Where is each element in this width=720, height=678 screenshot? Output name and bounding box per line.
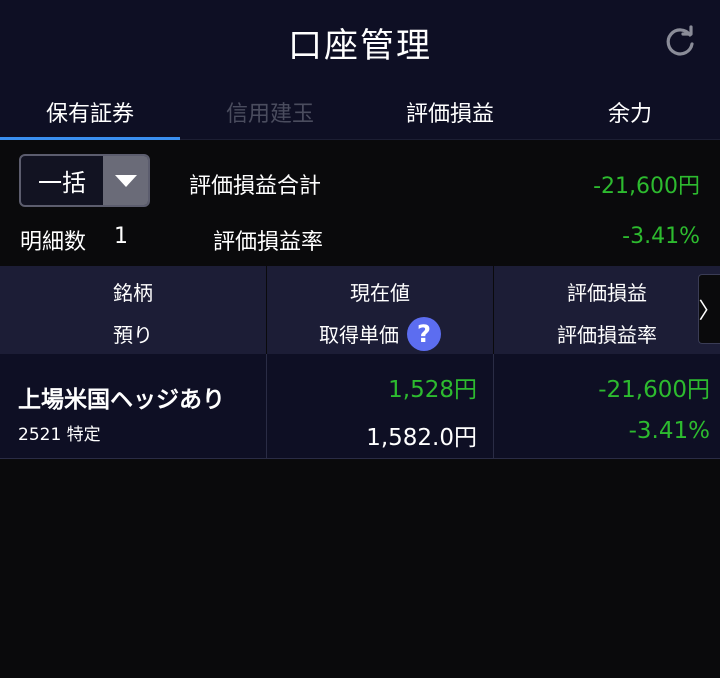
page-title: 口座管理 [288,25,432,66]
profit-loss-rate: -3.41% [628,418,710,444]
table-row[interactable]: 上場米国ヘッジあり 2521 特定 1,528円 1,582.0円 -21,60… [0,354,720,459]
security-code-account: 2521 特定 [18,425,101,445]
account-filter-dropdown[interactable]: 一括 [19,154,150,207]
tab-margin-positions[interactable]: 信用建玉 [180,84,360,140]
column-pl-rate-label: 評価損益率 [557,323,657,347]
column-cost-price-label: 取得単価 [319,323,399,347]
column-current-price-label: 現在値 [350,281,410,305]
column-price: 現在値 取得単価? [267,266,494,354]
pl-rate-label: 評価損益率 [213,230,324,255]
summary-panel: 一括 評価損益合計 -21,600円 明細数 1 評価損益率 -3.41% [0,140,720,266]
pl-cell: -21,600円 -3.41% [494,354,720,458]
tab-buying-power[interactable]: 余力 [540,84,720,140]
column-security: 銘柄 預り [0,266,267,354]
security-name: 上場米国ヘッジあり [18,387,225,413]
detail-count-label: 明細数 [20,230,87,255]
current-price: 1,528円 [388,377,477,403]
pl-rate-value: -3.41% [622,224,700,249]
detail-count-value: 1 [114,224,128,249]
cost-price: 1,582.0円 [366,425,477,451]
refresh-icon[interactable] [660,22,700,62]
table-header: 銘柄 預り 現在値 取得単価? 評価損益 評価損益率 〉 [0,266,720,354]
chevron-down-icon[interactable] [103,156,148,205]
column-pl-label: 評価損益 [567,281,647,305]
scroll-right-icon[interactable]: 〉 [698,274,720,344]
tab-bar: 保有証券 信用建玉 評価損益 余力 [0,84,720,141]
dropdown-value: 一括 [38,169,86,197]
price-cell: 1,528円 1,582.0円 [267,354,494,458]
column-cost-price-cell: 取得単価? [267,316,493,351]
total-pl-label: 評価損益合計 [189,174,322,199]
tab-holdings[interactable]: 保有証券 [0,84,180,141]
column-pl: 評価損益 評価損益率 [494,266,720,354]
help-icon[interactable]: ? [407,316,441,351]
column-custody-label: 預り [113,323,153,347]
profit-loss-value: -21,600円 [598,377,710,403]
column-security-label: 銘柄 [113,281,153,305]
tab-profit-loss[interactable]: 評価損益 [360,84,540,140]
security-cell: 上場米国ヘッジあり 2521 特定 [0,354,267,458]
total-pl-value: -21,600円 [593,174,700,199]
app-header: 口座管理 [0,0,720,84]
